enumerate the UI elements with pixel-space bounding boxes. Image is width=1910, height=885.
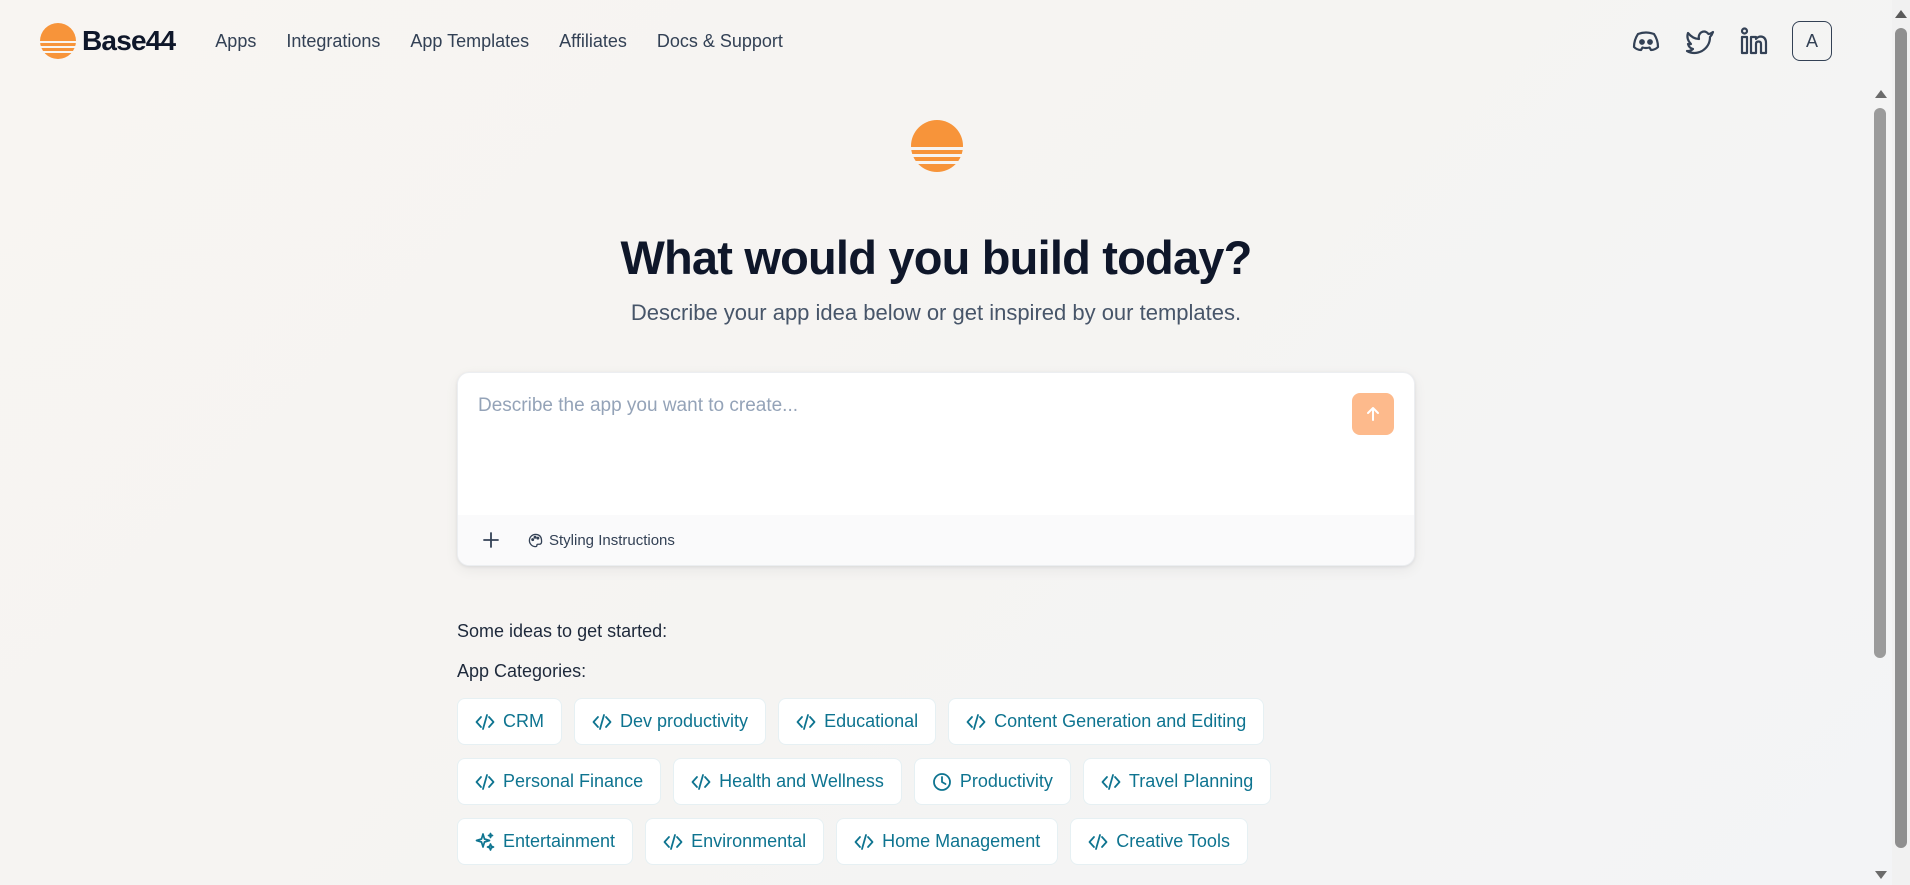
code-icon <box>475 772 495 792</box>
sparkles-icon <box>475 832 495 852</box>
logo-link[interactable]: Base44 <box>40 23 176 59</box>
chip-label: Educational <box>824 711 919 731</box>
category-chip-entertainment[interactable]: Entertainment <box>457 818 634 865</box>
nav-app-templates[interactable]: App Templates <box>410 31 529 52</box>
arrow-up-icon <box>1367 407 1379 421</box>
window-scroll-thumb[interactable] <box>1895 28 1907 848</box>
chip-label: Personal Finance <box>503 771 644 791</box>
palette-icon <box>528 533 543 547</box>
nav-apps[interactable]: Apps <box>215 31 256 52</box>
category-chip-content-generation[interactable]: Content Generation and Editing <box>948 698 1265 745</box>
top-header: Base44 Apps Integrations App Templates A… <box>0 0 1872 82</box>
category-chip-home-management[interactable]: Home Management <box>836 818 1059 865</box>
category-chips: CRM Dev productivity Educational Content… <box>457 698 1457 878</box>
category-chip-personal-finance[interactable]: Personal Finance <box>457 758 662 805</box>
code-icon <box>1101 772 1121 792</box>
add-attachment-button[interactable] <box>476 525 506 555</box>
chip-row: Entertainment Environmental Home Managem… <box>457 818 1457 865</box>
chip-label: Home Management <box>882 831 1041 851</box>
chip-label: Travel Planning <box>1128 771 1254 791</box>
chip-label: Productivity <box>959 771 1053 791</box>
ideas-heading: Some ideas to get started: <box>457 621 668 641</box>
category-chip-educational[interactable]: Educational <box>778 698 937 745</box>
category-chip-health-wellness[interactable]: Health and Wellness <box>673 758 902 805</box>
chip-label: Content Generation and Editing <box>994 711 1247 731</box>
sun-logo-icon <box>40 23 76 59</box>
twitter-icon[interactable] <box>1684 25 1716 57</box>
logo-text: Base44 <box>82 25 176 56</box>
code-icon <box>854 832 874 852</box>
content-scrollbar[interactable] <box>1872 80 1892 885</box>
plus-icon <box>483 532 499 548</box>
user-avatar-button[interactable]: A <box>1792 21 1832 61</box>
category-chip-productivity[interactable]: Productivity <box>913 758 1071 805</box>
scroll-thumb[interactable] <box>1874 108 1886 658</box>
scroll-up-icon[interactable] <box>1875 90 1887 98</box>
page-title: What would you build today? <box>620 231 1252 284</box>
code-icon <box>796 712 816 732</box>
window-scroll-up-icon[interactable] <box>1895 10 1907 18</box>
code-icon <box>691 772 711 792</box>
chip-label: Dev productivity <box>620 711 749 731</box>
linkedin-icon[interactable] <box>1738 25 1770 57</box>
category-chip-travel-planning[interactable]: Travel Planning <box>1082 758 1272 805</box>
category-chip-crm[interactable]: CRM <box>457 698 562 745</box>
category-chip-creative-tools[interactable]: Creative Tools <box>1070 818 1248 865</box>
code-icon <box>475 712 495 732</box>
styling-instructions-label: Styling Instructions <box>549 531 675 549</box>
category-chip-dev-productivity[interactable]: Dev productivity <box>574 698 767 745</box>
nav-integrations[interactable]: Integrations <box>286 31 380 52</box>
chip-label: Creative Tools <box>1116 831 1230 851</box>
scroll-down-icon[interactable] <box>1875 871 1887 879</box>
chip-row: CRM Dev productivity Educational Content… <box>457 698 1457 745</box>
styling-instructions-button[interactable]: Styling Instructions <box>528 532 675 549</box>
chip-label: Health and Wellness <box>719 771 884 791</box>
code-icon <box>592 712 612 732</box>
window-scrollbar[interactable] <box>1892 0 1910 885</box>
prompt-toolbar: Styling Instructions <box>458 515 1414 565</box>
chip-row: Personal Finance Health and Wellness Pro… <box>457 758 1457 805</box>
prompt-box: Styling Instructions <box>457 372 1415 566</box>
code-icon <box>966 712 986 732</box>
main-nav: Apps Integrations App Templates Affiliat… <box>215 31 783 52</box>
category-chip-environmental[interactable]: Environmental <box>645 818 825 865</box>
chip-label: Environmental <box>691 831 807 851</box>
clock-icon <box>932 772 952 792</box>
categories-heading: App Categories: <box>457 661 587 681</box>
chip-label: Entertainment <box>503 831 616 851</box>
code-icon <box>663 832 683 852</box>
send-button[interactable] <box>1352 393 1394 435</box>
sun-hero-icon <box>911 120 963 172</box>
page-subtitle: Describe your app idea below or get insp… <box>630 300 1242 325</box>
chip-label: CRM <box>503 711 544 731</box>
header-actions: A <box>1630 21 1832 61</box>
code-icon <box>1088 832 1108 852</box>
nav-docs-support[interactable]: Docs & Support <box>657 31 783 52</box>
app-description-input[interactable] <box>478 395 1318 485</box>
discord-icon[interactable] <box>1630 25 1662 57</box>
nav-affiliates[interactable]: Affiliates <box>559 31 627 52</box>
